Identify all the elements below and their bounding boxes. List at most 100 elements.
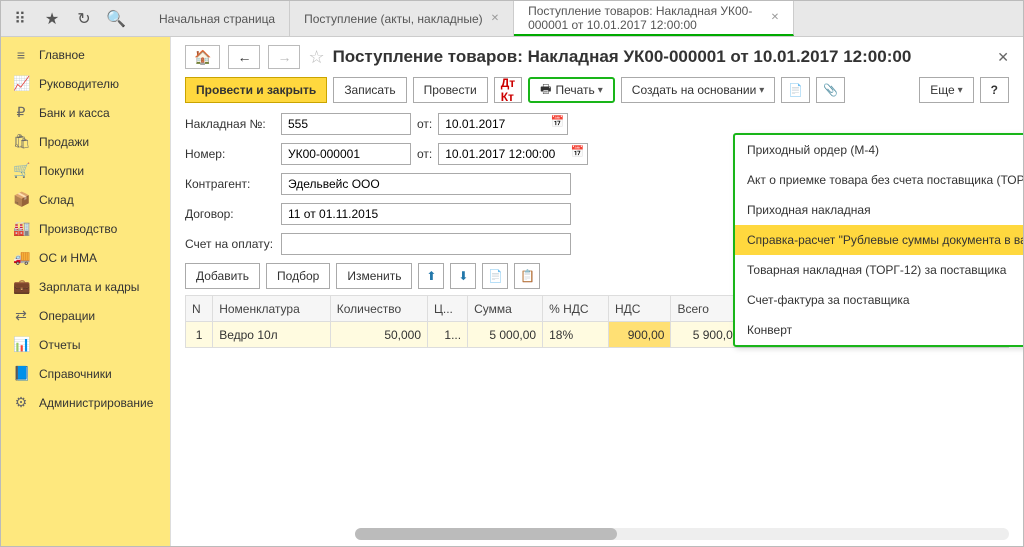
sidebar-label: Администрирование: [39, 396, 153, 410]
sidebar-item-admin[interactable]: ⚙ Администрирование: [1, 388, 170, 417]
main-area: 🏠 ← → ☆ Поступление товаров: Накладная У…: [171, 37, 1023, 546]
title-bar: 🏠 ← → ☆ Поступление товаров: Накладная У…: [185, 45, 1009, 69]
doc-icon-button[interactable]: 📄: [781, 77, 810, 103]
truck-icon: 🚚: [13, 249, 29, 266]
dropdown-item-m4[interactable]: Приходный ордер (М-4): [735, 135, 1023, 165]
col-sum[interactable]: Сумма: [468, 296, 543, 322]
sidebar-item-manager[interactable]: 📈Руководителю: [1, 69, 170, 98]
sidebar-label: Главное: [39, 48, 85, 62]
tab-receipts[interactable]: Поступление (акты, накладные) ✕: [290, 1, 514, 36]
tab-label: Поступление (акты, накладные): [304, 12, 483, 26]
gear-icon: ⚙: [13, 394, 29, 411]
col-item[interactable]: Номенклатура: [213, 296, 331, 322]
sidebar-label: Банк и касса: [39, 106, 110, 120]
sidebar-item-operations[interactable]: ⇄Операции: [1, 301, 170, 330]
sidebar-item-assets[interactable]: 🚚ОС и НМА: [1, 243, 170, 272]
top-bar: ⠿ ★ ↻ 🔍 Начальная страница Поступление (…: [1, 1, 1023, 37]
col-price[interactable]: Ц...: [428, 296, 468, 322]
payment-acc-label: Счет на оплату:: [185, 237, 275, 251]
cell-price[interactable]: 1...: [428, 322, 468, 348]
favorite-icon[interactable]: ☆: [308, 47, 324, 68]
sidebar-item-sales[interactable]: 🛍Продажи: [1, 127, 170, 156]
dropdown-item-envelope[interactable]: Конверт: [735, 315, 1023, 345]
sidebar-label: Отчеты: [39, 338, 80, 352]
scrollbar-thumb[interactable]: [355, 528, 617, 540]
box-icon: 📦: [13, 191, 29, 208]
number-input[interactable]: [281, 143, 411, 165]
more-button[interactable]: Еще: [919, 77, 973, 103]
tab-document[interactable]: Поступление товаров: Накладная УК00-0000…: [514, 1, 794, 36]
page-title: Поступление товаров: Накладная УК00-0000…: [333, 47, 912, 67]
paste-button[interactable]: 📋: [514, 263, 540, 289]
col-vat[interactable]: НДС: [609, 296, 671, 322]
back-button[interactable]: ←: [228, 45, 260, 69]
search-icon[interactable]: 🔍: [107, 10, 125, 28]
move-up-button[interactable]: ⬆: [418, 263, 444, 289]
sidebar-label: Справочники: [39, 367, 112, 381]
close-icon[interactable]: ✕: [491, 13, 499, 24]
create-based-button[interactable]: Создать на основании: [621, 77, 776, 103]
dropdown-item-torg4[interactable]: Акт о приемке товара без счета поставщик…: [735, 165, 1023, 195]
contract-input[interactable]: [281, 203, 571, 225]
move-down-button[interactable]: ⬇: [450, 263, 476, 289]
horizontal-scrollbar[interactable]: [355, 528, 1009, 540]
post-button[interactable]: Провести: [413, 77, 488, 103]
sidebar-label: Операции: [39, 309, 95, 323]
star-icon[interactable]: ★: [43, 10, 61, 28]
cell-vat[interactable]: 900,00: [609, 322, 671, 348]
select-button[interactable]: Подбор: [266, 263, 330, 289]
close-icon[interactable]: ✕: [771, 12, 779, 23]
dropdown-item-torg12[interactable]: Товарная накладная (ТОРГ-12) за поставщи…: [735, 255, 1023, 285]
close-page-button[interactable]: ✕: [997, 49, 1009, 66]
col-vatpct[interactable]: % НДС: [543, 296, 609, 322]
sidebar-item-reports[interactable]: 📊Отчеты: [1, 330, 170, 359]
cell-qty[interactable]: 50,000: [330, 322, 427, 348]
print-dropdown: Приходный ордер (М-4) Акт о приемке това…: [733, 133, 1023, 347]
copy-button[interactable]: 📄: [482, 263, 508, 289]
from-label-2: от:: [417, 147, 432, 161]
help-button[interactable]: ?: [980, 77, 1009, 103]
attach-button[interactable]: 📎: [816, 77, 845, 103]
sidebar-item-main[interactable]: ≡ Главное: [1, 41, 170, 69]
dropdown-item-invoice[interactable]: Счет-фактура за поставщика: [735, 285, 1023, 315]
cell-vatpct[interactable]: 18%: [543, 322, 609, 348]
number-date-input[interactable]: [438, 143, 588, 165]
dropdown-item-receipt[interactable]: Приходная накладная: [735, 195, 1023, 225]
tab-label: Поступление товаров: Накладная УК00-0000…: [528, 4, 763, 32]
tab-home[interactable]: Начальная страница: [145, 1, 290, 36]
col-qty[interactable]: Количество: [330, 296, 427, 322]
sidebar-item-warehouse[interactable]: 📦Склад: [1, 185, 170, 214]
counterparty-input[interactable]: [281, 173, 571, 195]
post-and-close-button[interactable]: Провести и закрыть: [185, 77, 327, 103]
payment-acc-input[interactable]: [281, 233, 571, 255]
sidebar-item-salary[interactable]: 💼Зарплата и кадры: [1, 272, 170, 301]
cart-icon: 🛒: [13, 162, 29, 179]
dropdown-item-reference-calc[interactable]: Справка-расчет "Рублевые суммы документа…: [735, 225, 1023, 255]
ruble-icon: ₽: [13, 104, 29, 121]
edit-button[interactable]: Изменить: [336, 263, 412, 289]
sidebar-label: Руководителю: [39, 77, 119, 91]
bag-icon: 🛍: [13, 133, 29, 150]
sidebar-label: Зарплата и кадры: [39, 280, 139, 294]
cell-n[interactable]: 1: [186, 322, 213, 348]
sidebar-item-bank[interactable]: ₽ Банк и касса: [1, 98, 170, 127]
cell-item[interactable]: Ведро 10л: [213, 322, 331, 348]
add-button[interactable]: Добавить: [185, 263, 260, 289]
sidebar-item-production[interactable]: 🏭Производство: [1, 214, 170, 243]
sidebar-item-reference[interactable]: 📘Справочники: [1, 359, 170, 388]
tabs: Начальная страница Поступление (акты, на…: [145, 1, 794, 36]
history-icon[interactable]: ↻: [75, 10, 93, 28]
sidebar-item-purchases[interactable]: 🛒Покупки: [1, 156, 170, 185]
forward-button[interactable]: →: [268, 45, 300, 69]
cell-sum[interactable]: 5 000,00: [468, 322, 543, 348]
print-button[interactable]: 🖶Печать: [528, 77, 615, 103]
invoice-date-input[interactable]: [438, 113, 568, 135]
dt-kt-button[interactable]: ДтКт: [494, 77, 522, 103]
menu-icon: ≡: [13, 47, 29, 63]
contract-label: Договор:: [185, 207, 275, 221]
write-button[interactable]: Записать: [333, 77, 406, 103]
invoice-no-input[interactable]: [281, 113, 411, 135]
home-button[interactable]: 🏠: [185, 45, 220, 69]
col-n[interactable]: N: [186, 296, 213, 322]
apps-icon[interactable]: ⠿: [11, 10, 29, 28]
